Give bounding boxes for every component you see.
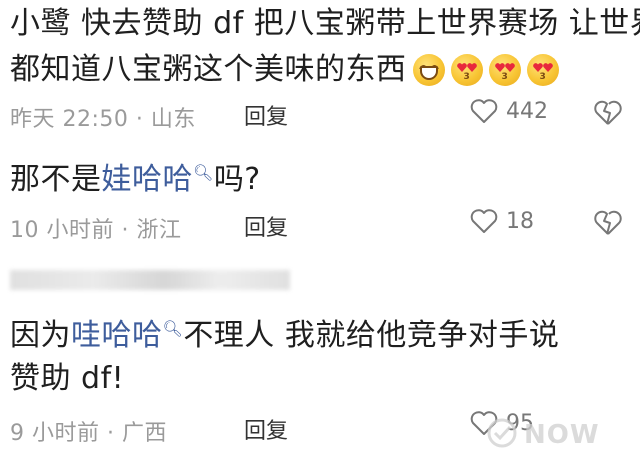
search-icon: 🔍︎ xyxy=(162,319,184,338)
comment-1-like-count: 442 xyxy=(506,99,548,124)
watermark-text: NOW xyxy=(524,420,600,450)
broken-heart-icon[interactable] xyxy=(594,100,622,126)
watermark-logo: NOW xyxy=(484,415,634,451)
comment-1-meta: 昨天 22:50 · 山东 xyxy=(10,107,196,132)
comment-3-text-prefix: 因为 xyxy=(10,318,71,353)
comment-1-line-2: 都知道八宝粥这个美味的东西 xyxy=(10,52,407,87)
comment-1-reply-button[interactable]: 回复 xyxy=(244,99,288,131)
heart-outline-icon xyxy=(470,99,498,123)
comment-2-like-count: 18 xyxy=(506,209,534,234)
broken-heart-icon[interactable] xyxy=(594,210,622,236)
comment-3-text-suffix: 不理人 我就给他竞争对手说 xyxy=(183,318,560,353)
search-mention-link[interactable]: 娃哈哈🔍︎ xyxy=(102,162,214,197)
comment-2-meta: 10 小时前 · 浙江 xyxy=(10,218,182,243)
heart-eyes-emoji-icon: 3 xyxy=(488,54,521,86)
comment-3-line-1: 因为哇哈哈🔍︎不理人 我就给他竞争对手说 xyxy=(10,306,632,359)
comment-1-line-2-row: 都知道八宝粥这个美味的东西 3 3 3 xyxy=(10,47,632,93)
heart-eyes-emoji-icon: 3 xyxy=(450,54,483,86)
comment-2-text-prefix: 那不是 xyxy=(10,162,102,197)
mention-label: 哇哈哈 xyxy=(71,318,163,353)
comment-3-reply-button[interactable]: 回复 xyxy=(244,413,288,445)
comment-2-text: 那不是娃哈哈🔍︎吗? xyxy=(10,150,632,203)
comment-2-reply-button[interactable]: 回复 xyxy=(244,210,288,242)
comment-2-like-button[interactable]: 18 xyxy=(470,209,534,234)
heart-outline-icon xyxy=(470,209,498,233)
comment-3-meta: 9 小时前 · 广西 xyxy=(10,421,167,446)
comment-2-text-suffix: 吗? xyxy=(213,162,261,197)
blurred-username xyxy=(10,270,290,290)
comment-1-like-button[interactable]: 442 xyxy=(470,99,548,124)
grinning-emoji-icon xyxy=(412,54,445,86)
comment-1-line-1: 小鹭 快去赞助 df 把八宝粥带上世界赛场 让世界 xyxy=(10,6,640,41)
search-mention-link[interactable]: 哇哈哈🔍︎ xyxy=(71,318,183,353)
heart-eyes-emoji-icon: 3 xyxy=(526,54,559,86)
search-icon: 🔍︎ xyxy=(193,163,214,182)
comment-3-line-2: 赞助 df! xyxy=(10,361,125,396)
mention-label: 娃哈哈 xyxy=(101,162,193,197)
